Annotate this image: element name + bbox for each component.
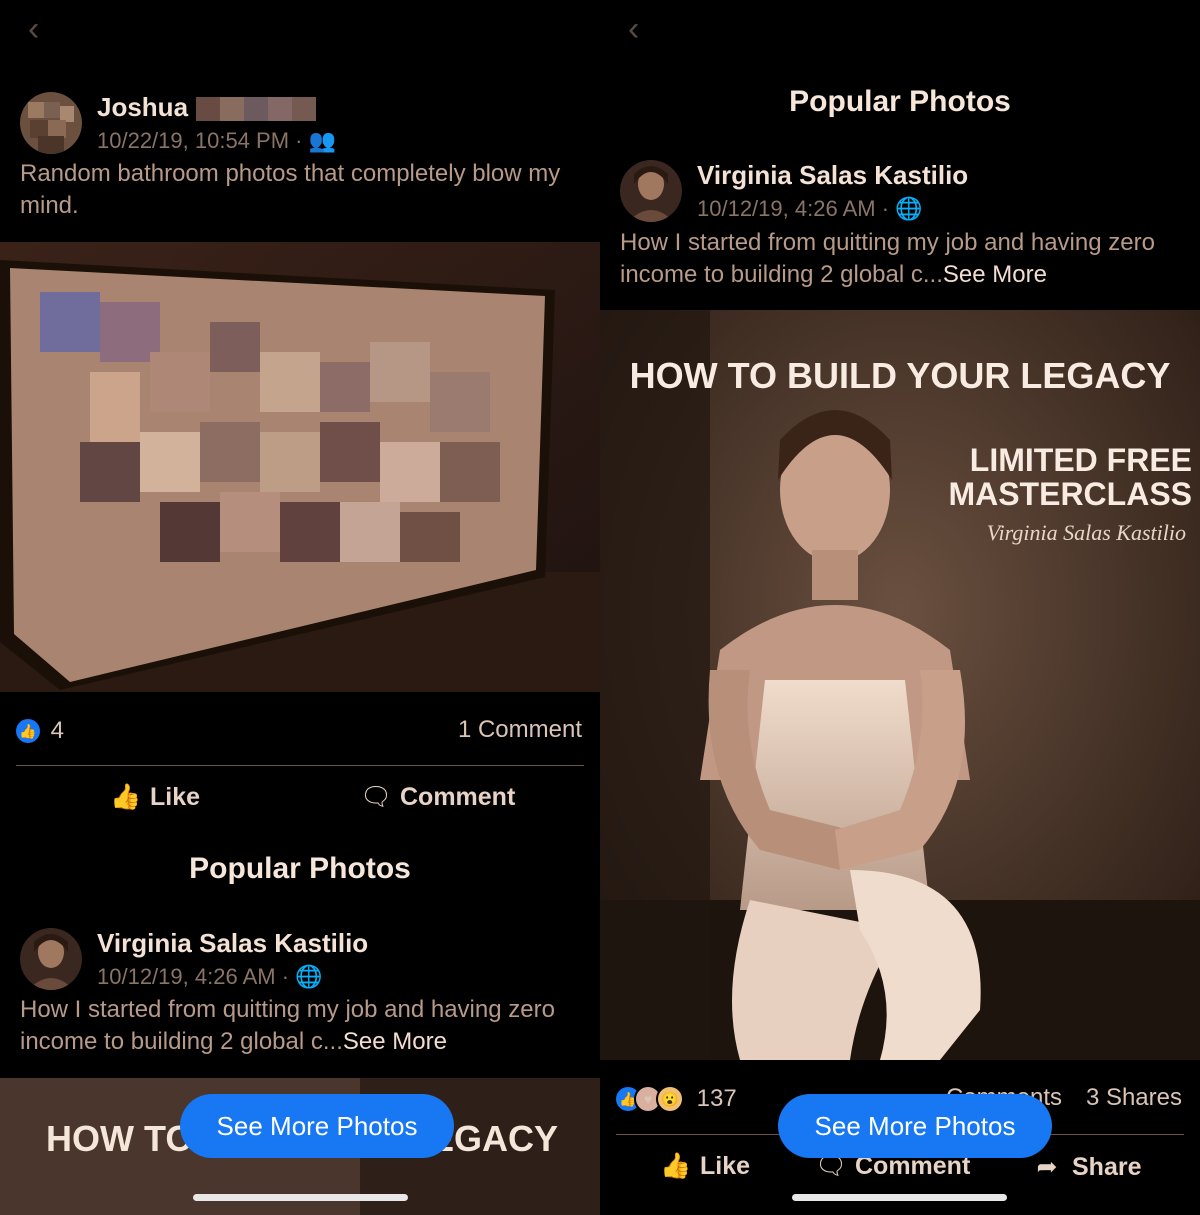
back-chevron-icon[interactable]: ‹ [28, 12, 58, 46]
like-reaction-icon: 👍 [16, 718, 40, 743]
image-promo: LIMITED FREE MASTERCLASS [948, 442, 1192, 512]
popular-post-header: Virginia Salas Kastilio 10/12/19, 4:26 A… [20, 928, 590, 998]
post-actions: 👍 Like 🗨 Comment [0, 783, 600, 823]
globe-icon: 🌐 [895, 196, 923, 221]
comment-bubble-icon: 🗨 [360, 783, 392, 811]
post-header: Virginia Salas Kastilio 10/12/19, 4:26 A… [620, 160, 1190, 230]
see-more-photos-button[interactable]: See More Photos [778, 1094, 1052, 1158]
like-button[interactable]: 👍 Like [660, 1152, 750, 1181]
post-photo[interactable] [0, 242, 600, 692]
comment-button[interactable]: 🗨 Comment [360, 783, 515, 812]
home-indicator[interactable] [792, 1194, 1007, 1201]
image-heading-left: HOW TO [46, 1118, 194, 1159]
post-meta: 10/12/19, 4:26 AM · 🌐 [97, 964, 323, 989]
see-more-link[interactable]: See More [943, 261, 1047, 288]
avatar[interactable] [620, 160, 682, 222]
reaction-count: 4 [50, 716, 65, 744]
popular-photos-title: Popular Photos [789, 85, 1011, 118]
author-name[interactable]: Virginia Salas Kastilio [97, 928, 368, 959]
divider [16, 765, 584, 766]
see-more-link[interactable]: See More [343, 1028, 447, 1055]
image-signature: Virginia Salas Kastilio [986, 520, 1186, 545]
friends-icon: 👥 [308, 128, 336, 153]
wow-reaction-icon: 😮 [656, 1084, 684, 1113]
post-text: Random bathroom photos that completely b… [20, 160, 561, 219]
post-text: How I started from quitting my job and h… [620, 229, 1155, 288]
thumbs-up-icon: 👍 [110, 783, 142, 811]
thumbs-up-icon: 👍 [660, 1152, 692, 1180]
image-heading: HOW TO BUILD YOUR LEGACY [629, 355, 1171, 396]
see-more-photos-button[interactable]: See More Photos [180, 1094, 454, 1158]
author-name[interactable]: Joshua [97, 92, 317, 123]
globe-icon: 🌐 [295, 964, 323, 989]
home-indicator[interactable] [193, 1194, 408, 1201]
share-arrow-icon: ➦ [1036, 1153, 1058, 1181]
author-name[interactable]: Virginia Salas Kastilio [697, 160, 968, 191]
post-actions: 👍 Like 🗨 Comment ➦ Share [600, 1152, 1200, 1192]
right-screen: ‹ Popular Photos Virginia Salas Kastilio… [600, 0, 1200, 1215]
avatar[interactable] [20, 928, 82, 990]
avatar[interactable] [20, 92, 82, 154]
post-header: Joshua 10/22/19, 10:54 PM · 👥 [20, 92, 590, 162]
left-screen: ‹ Joshua 10/22/19, 10:54 PM · 👥 Random b… [0, 0, 600, 1215]
like-button[interactable]: 👍 Like [110, 783, 200, 812]
reaction-count: 137 [696, 1084, 737, 1112]
post-meta: 10/22/19, 10:54 PM · 👥 [97, 128, 336, 153]
post-meta: 10/12/19, 4:26 AM · 🌐 [697, 196, 923, 221]
shares-count[interactable]: 3 Shares [1086, 1084, 1182, 1112]
popular-post-text: How I started from quitting my job and h… [20, 996, 555, 1055]
back-chevron-icon[interactable]: ‹ [628, 12, 658, 46]
share-button[interactable]: ➦ Share [1032, 1152, 1142, 1182]
reaction-summary[interactable]: 👍 4 1 Comment [16, 716, 584, 746]
redacted-surname [196, 97, 317, 122]
comments-count[interactable]: 1 Comment [458, 716, 582, 744]
post-photo[interactable]: HOW TO BUILD YOUR LEGACY LIMITED FREE MA… [600, 310, 1200, 1060]
popular-photos-title: Popular Photos [189, 852, 411, 885]
